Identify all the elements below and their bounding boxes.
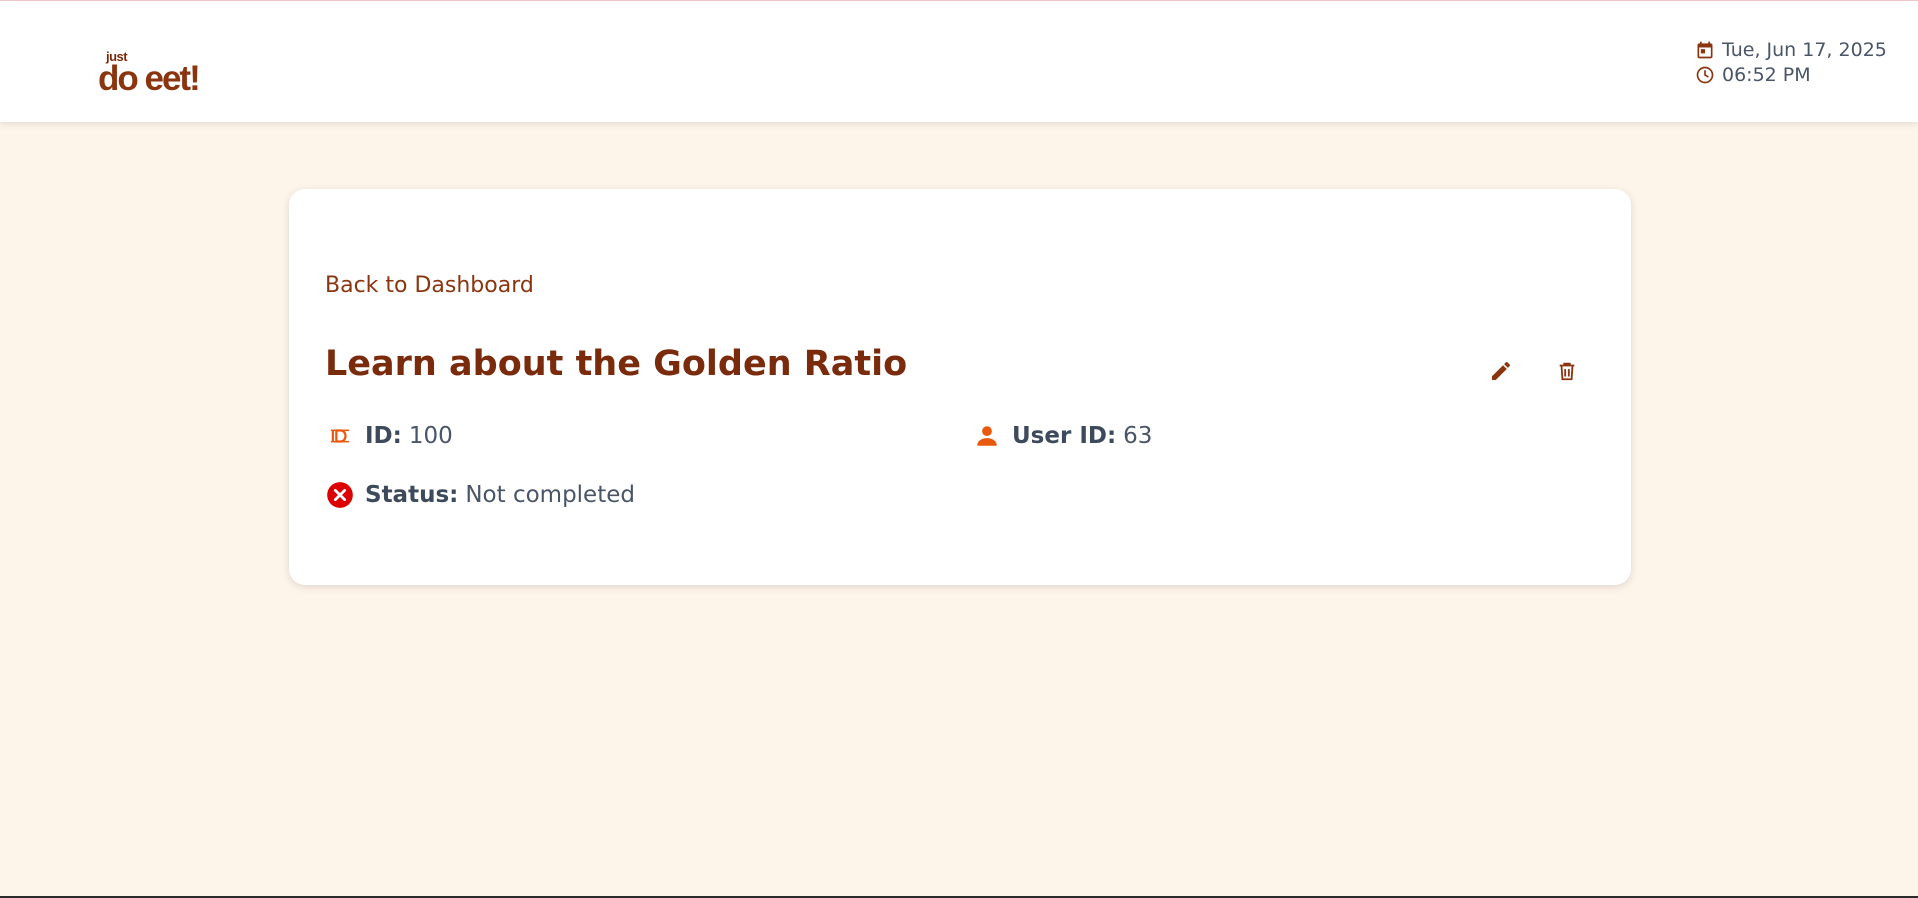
app-logo[interactable]: just do eet! [98, 49, 228, 105]
page: just do eet! Tue, Jun 17, 2025 06:52 PM … [0, 0, 1918, 898]
id-label: ID: [365, 423, 402, 449]
status-value: Not completed [465, 482, 635, 508]
edit-button[interactable] [1483, 353, 1519, 389]
current-time: 06:52 PM [1722, 63, 1811, 86]
person-icon [972, 421, 1002, 451]
date-row: Tue, Jun 17, 2025 [1694, 37, 1914, 62]
status-label: Status: [365, 482, 459, 508]
app-header: just do eet! Tue, Jun 17, 2025 06:52 PM [0, 1, 1918, 122]
logo-main-text: do eet! [98, 59, 201, 98]
date-time-display: Tue, Jun 17, 2025 06:52 PM [1694, 37, 1914, 87]
x-circle-icon [325, 480, 355, 510]
back-to-dashboard-link[interactable]: Back to Dashboard [325, 273, 534, 298]
trash-icon [1559, 362, 1575, 381]
calendar-icon [1694, 39, 1716, 61]
user-id-field: User ID: 63 [972, 421, 1152, 451]
id-badge-icon [325, 421, 355, 451]
status-field: Status: Not completed [325, 480, 635, 510]
id-value: 100 [408, 423, 453, 449]
clock-icon [1694, 64, 1716, 86]
todo-title: Learn about the Golden Ratio [325, 344, 908, 384]
user-id-value: 63 [1123, 423, 1153, 449]
pencil-icon [1492, 361, 1511, 380]
user-id-label: User ID: [1012, 423, 1117, 449]
current-date: Tue, Jun 17, 2025 [1722, 38, 1887, 61]
todo-detail-card: Back to Dashboard Learn about the Golden… [289, 189, 1631, 585]
todo-id-field: ID: 100 [325, 421, 453, 451]
time-row: 06:52 PM [1694, 62, 1914, 87]
delete-button[interactable] [1549, 353, 1585, 389]
